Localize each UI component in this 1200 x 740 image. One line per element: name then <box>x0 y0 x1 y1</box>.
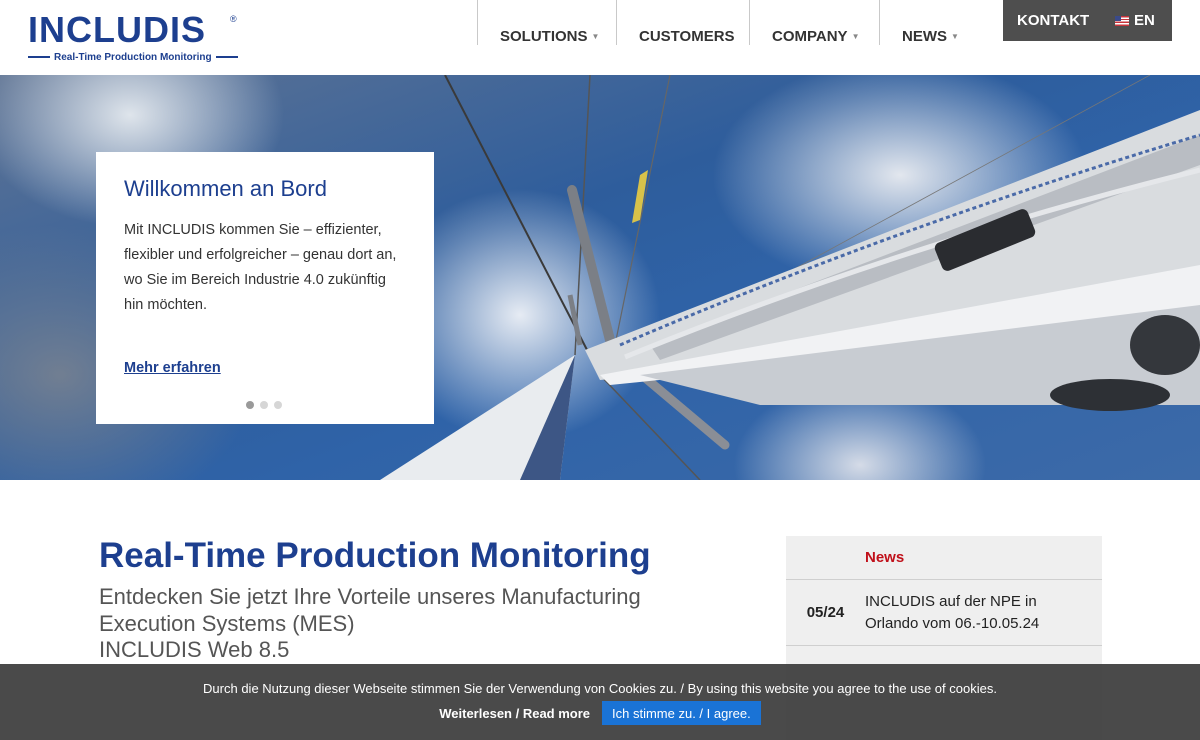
logo-wordmark: INCLUDIS <box>28 9 206 50</box>
cookie-banner: Durch die Nutzung dieser Webseite stimme… <box>0 664 1200 740</box>
cookie-agree-button[interactable]: Ich stimme zu. / I agree. <box>602 701 761 725</box>
slider-dot-1[interactable] <box>246 401 254 409</box>
cookie-actions: Weiterlesen / Read more Ich stimme zu. /… <box>0 701 1200 725</box>
us-flag-icon <box>1115 15 1129 26</box>
logo-rule-right <box>215 56 238 58</box>
news-item[interactable]: 05/24 INCLUDIS auf der NPE in Orlando vo… <box>786 580 1102 646</box>
page-subtitle: Entdecken Sie jetzt Ihre Vorteile unsere… <box>99 584 699 664</box>
page-title: Real-Time Production Monitoring <box>99 536 651 575</box>
slider-dot-3[interactable] <box>274 401 282 409</box>
news-heading: News <box>786 536 1102 580</box>
hero-slider: Willkommen an Bord Mit INCLUDIS kommen S… <box>0 75 1200 480</box>
contact-link[interactable]: KONTAKT <box>1003 12 1115 29</box>
rigging-line <box>614 75 671 346</box>
welcome-card: Willkommen an Bord Mit INCLUDIS kommen S… <box>96 152 434 424</box>
nav-item-company[interactable]: COMPANY ▼ <box>749 0 879 45</box>
nav-item-label: COMPANY <box>772 28 848 45</box>
chevron-down-icon: ▼ <box>851 32 860 41</box>
logo-tagline-text: Real-Time Production Monitoring <box>54 51 212 63</box>
slider-pagination <box>246 401 282 409</box>
nav-item-customers[interactable]: CUSTOMERS <box>616 0 749 45</box>
main-navigation: SOLUTIONS ▼ CUSTOMERS COMPANY ▼ NEWS ▼ <box>477 0 959 45</box>
nav-item-label: SOLUTIONS <box>500 28 588 45</box>
chevron-down-icon: ▼ <box>951 32 959 41</box>
read-more-link[interactable]: Mehr erfahren <box>124 360 221 376</box>
includis-logo[interactable]: INCLUDIS ® Real-Time Production Monitori… <box>28 9 240 64</box>
cookie-message: Durch die Nutzung dieser Webseite stimme… <box>203 681 997 696</box>
nav-item-news[interactable]: NEWS ▼ <box>879 0 959 45</box>
cookie-read-more-link[interactable]: Weiterlesen / Read more <box>439 706 590 721</box>
language-switcher[interactable]: EN <box>1115 12 1155 29</box>
subtitle-line-1: Entdecken Sie jetzt Ihre Vorteile unsere… <box>99 584 641 636</box>
winch-drum <box>1130 315 1200 375</box>
site-header: INCLUDIS ® Real-Time Production Monitori… <box>0 0 1200 75</box>
logo-tagline: Real-Time Production Monitoring <box>28 50 238 64</box>
slider-dot-2[interactable] <box>260 401 268 409</box>
welcome-title: Willkommen an Bord <box>124 176 327 201</box>
welcome-text: Mit INCLUDIS kommen Sie – effizienter, f… <box>124 222 397 313</box>
subtitle-line-2: INCLUDIS Web 8.5 <box>99 637 290 662</box>
top-utility-bar: KONTAKT EN <box>1003 0 1172 41</box>
logo-rule-left <box>28 56 50 58</box>
language-label: EN <box>1134 12 1155 29</box>
chevron-down-icon: ▼ <box>591 32 600 41</box>
nav-item-solutions[interactable]: SOLUTIONS ▼ <box>477 0 616 45</box>
rigging-line <box>599 374 701 480</box>
logo-registered-mark: ® <box>230 14 237 24</box>
nav-item-label: CUSTOMERS <box>639 28 735 45</box>
news-date: 05/24 <box>806 604 845 621</box>
winch <box>1050 379 1170 411</box>
news-title: INCLUDIS auf der NPE in Orlando vom 06.-… <box>865 592 1040 632</box>
nav-item-label: NEWS <box>902 28 947 45</box>
